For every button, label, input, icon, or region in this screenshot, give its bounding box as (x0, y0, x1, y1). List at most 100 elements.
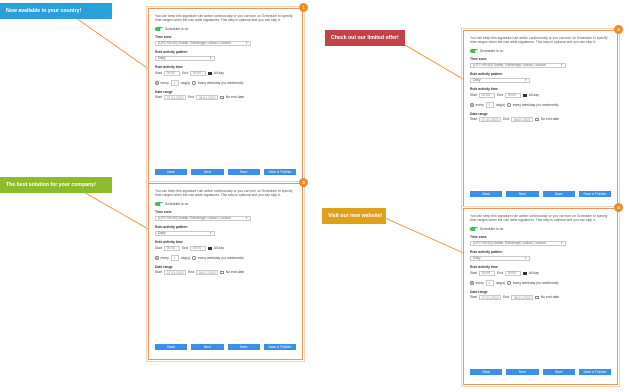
weekday-label: every weekday (no weekends) (197, 255, 244, 260)
back-button[interactable]: Back (470, 369, 503, 375)
scheduler-toggle[interactable] (155, 202, 163, 207)
weekday-radio[interactable] (507, 103, 511, 107)
days-label: day(s) (495, 102, 506, 107)
every-radio[interactable] (470, 281, 474, 285)
end-time-input[interactable]: 00:00 (505, 270, 522, 277)
all-day-checkbox[interactable] (523, 93, 527, 98)
date-end-input[interactable]: 08.01.2022 (511, 116, 534, 123)
all-day-checkbox[interactable] (523, 271, 527, 276)
date-start-input[interactable]: 07.01.2022 (164, 269, 187, 276)
pattern-label: Rule activity pattern (470, 72, 503, 77)
next-button[interactable]: Next (191, 169, 224, 175)
every-label: every (160, 80, 169, 85)
pattern-select[interactable]: Daily ▼ (470, 77, 530, 84)
every-input[interactable]: 1 (485, 280, 494, 286)
save-publish-button[interactable]: Save & Publish (263, 344, 296, 350)
weekday-label: every weekday (no weekends) (512, 280, 559, 285)
end-time-input[interactable]: 00:00 (190, 245, 207, 252)
chevron-down-icon: ▼ (560, 240, 563, 245)
pattern-label: Rule activity pattern (155, 225, 188, 230)
scheduler-panel-4: 4 You can keep this signature rule activ… (461, 203, 623, 387)
date-start-input[interactable]: 07.01.2022 (164, 94, 187, 101)
start-label: Start (155, 95, 163, 100)
timezone-value: (UTC+00:00) Dublin, Edinburgh, Lisbon, L… (158, 216, 231, 221)
weekday-label: every weekday (no weekends) (197, 80, 244, 85)
end-time-input[interactable]: 00:00 (190, 70, 207, 77)
days-label: day(s) (495, 280, 506, 285)
banner-2: Check out our limited offer! (325, 30, 405, 46)
scheduler-toggle[interactable] (470, 49, 478, 54)
back-button[interactable]: Back (155, 169, 188, 175)
scheduler-toggle[interactable] (155, 27, 163, 32)
end-label: End (182, 71, 189, 76)
every-radio[interactable] (155, 81, 159, 85)
scheduler-panel-1: 1 You can keep this signature rule activ… (146, 3, 308, 187)
no-end-checkbox[interactable] (535, 117, 539, 122)
date-end-input[interactable]: 08.01.2022 (511, 294, 534, 301)
no-end-checkbox[interactable] (535, 295, 539, 300)
step-badge: 2 (614, 25, 623, 34)
next-button[interactable]: Next (506, 191, 539, 197)
save-publish-button[interactable]: Save & Publish (578, 191, 611, 197)
scheduler-toggle[interactable] (470, 227, 478, 232)
date-end-input[interactable]: 08.01.2022 (196, 94, 219, 101)
next-button[interactable]: Next (506, 369, 539, 375)
timezone-select[interactable]: (UTC+00:00) Dublin, Edinburgh, Lisbon, L… (470, 62, 566, 69)
intro-text: You can keep this signature rule active … (470, 36, 608, 45)
no-end-checkbox[interactable] (220, 95, 224, 100)
pattern-label: Rule activity pattern (470, 250, 503, 255)
pattern-select[interactable]: Daily ▼ (155, 230, 215, 237)
save-button[interactable]: Save (227, 169, 260, 175)
banner-text: Check out our limited offer! (331, 35, 399, 41)
timezone-value: (UTC+00:00) Dublin, Edinburgh, Lisbon, L… (473, 241, 546, 246)
end-label: End (188, 95, 195, 100)
no-end-label: No end date (540, 295, 560, 300)
start-time-input[interactable]: 00:00 (479, 270, 496, 277)
date-start-input[interactable]: 07.01.2022 (479, 294, 502, 301)
timezone-select[interactable]: (UTC+00:00) Dublin, Edinburgh, Lisbon, L… (470, 240, 566, 247)
chevron-down-icon: ▼ (209, 55, 212, 60)
end-time-input[interactable]: 00:00 (505, 92, 522, 99)
scheduler-label: Scheduler is on (165, 201, 189, 206)
weekday-radio[interactable] (192, 256, 196, 260)
every-input[interactable]: 1 (170, 80, 179, 86)
every-input[interactable]: 1 (485, 102, 494, 108)
timezone-select[interactable]: (UTC+00:00) Dublin, Edinburgh, Lisbon, L… (155, 215, 251, 222)
save-publish-button[interactable]: Save & Publish (263, 169, 296, 175)
weekday-radio[interactable] (192, 81, 196, 85)
save-button[interactable]: Save (227, 344, 260, 350)
step-badge: 1 (299, 3, 308, 12)
chevron-down-icon: ▼ (524, 255, 527, 260)
start-time-input[interactable]: 00:00 (479, 92, 496, 99)
end-label: End (503, 117, 510, 122)
all-day-checkbox[interactable] (208, 71, 212, 76)
start-label: Start (155, 270, 163, 275)
no-end-checkbox[interactable] (220, 270, 224, 275)
every-radio[interactable] (470, 103, 474, 107)
start-time-input[interactable]: 00:00 (164, 70, 181, 77)
banner-text: Now available in your country! (6, 8, 82, 14)
date-start-input[interactable]: 07.01.2022 (479, 116, 502, 123)
date-label: Date range (155, 89, 173, 94)
all-day-checkbox[interactable] (208, 246, 212, 251)
every-radio[interactable] (155, 256, 159, 260)
weekday-label: every weekday (no weekends) (512, 102, 559, 107)
weekday-radio[interactable] (507, 281, 511, 285)
timezone-select[interactable]: (UTC+00:00) Dublin, Edinburgh, Lisbon, L… (155, 40, 251, 47)
back-button[interactable]: Back (155, 344, 188, 350)
date-end-input[interactable]: 08.01.2022 (196, 269, 219, 276)
banner-4: Visit our new website! (322, 208, 386, 224)
next-button[interactable]: Next (191, 344, 224, 350)
pattern-select[interactable]: Daily ▼ (470, 255, 530, 262)
save-button[interactable]: Save (542, 369, 575, 375)
timezone-value: (UTC+00:00) Dublin, Edinburgh, Lisbon, L… (473, 63, 546, 68)
every-label: every (160, 255, 169, 260)
pattern-select[interactable]: Daily ▼ (155, 55, 215, 62)
chevron-down-icon: ▼ (245, 40, 248, 45)
save-publish-button[interactable]: Save & Publish (578, 369, 611, 375)
connector-line-4 (384, 217, 469, 256)
start-time-input[interactable]: 00:00 (164, 245, 181, 252)
save-button[interactable]: Save (542, 191, 575, 197)
every-input[interactable]: 1 (170, 255, 179, 261)
back-button[interactable]: Back (470, 191, 503, 197)
